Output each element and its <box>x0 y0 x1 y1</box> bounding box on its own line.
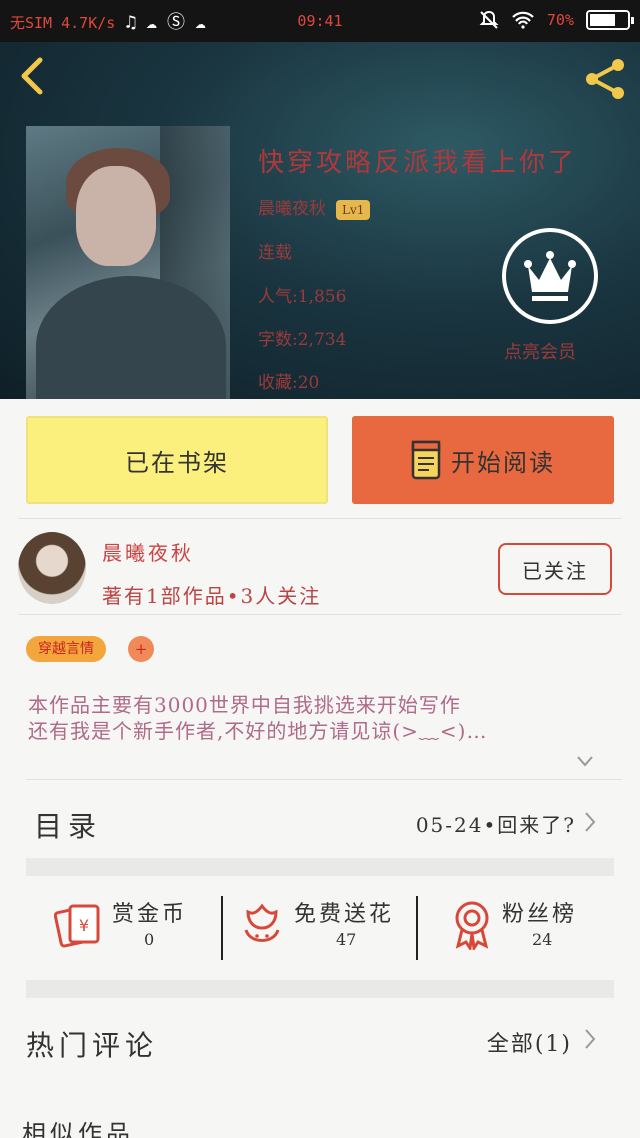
in-bookshelf-button[interactable]: 已在书架 <box>26 416 328 504</box>
book-header: 快穿攻略反派我看上你了 晨曦夜秋 Lv1 连载 人气:1,856 字数:2,734… <box>0 42 640 399</box>
battery-icon <box>586 10 634 30</box>
chevron-down-icon[interactable] <box>576 754 594 768</box>
start-reading-button[interactable]: 开始阅读 <box>352 416 614 504</box>
book-author[interactable]: 晨曦夜秋 <box>258 199 326 219</box>
fan-ranking-value: 24 <box>532 930 553 949</box>
book-status: 连载 <box>258 243 292 263</box>
reward-coins-label: 赏金币 <box>112 902 188 927</box>
description-line: 本作品主要有3000世界中自我挑选来开始写作 <box>28 693 461 717</box>
stat-divider <box>416 896 418 960</box>
share-icon[interactable] <box>580 54 630 104</box>
svg-text:¥: ¥ <box>79 916 89 935</box>
crown-icon <box>524 251 576 301</box>
level-badge: Lv1 <box>336 199 371 220</box>
book-favorites: 收藏:20 <box>258 373 320 393</box>
vip-crown-button[interactable] <box>502 228 598 324</box>
author-name[interactable]: 晨曦夜秋 <box>102 537 194 566</box>
book-title: 快穿攻略反派我看上你了 <box>258 148 578 178</box>
divider <box>18 518 622 519</box>
book-cover-image[interactable] <box>26 126 230 399</box>
free-flower-stat[interactable]: 免费送花 47 <box>240 892 410 962</box>
book-word-count: 字数:2,734 <box>258 330 347 350</box>
book-description[interactable]: 本作品主要有3000世界中自我挑选来开始写作 还有我是个新手作者,不好的地方请见… <box>28 692 588 744</box>
battery-percent: 70% <box>546 11 574 29</box>
status-bar: 无SIM 4.7K/s ♫ ☁ Ⓢ ☁ 09:41 70% <box>0 0 640 42</box>
start-reading-label: 开始阅读 <box>451 448 555 477</box>
divider <box>18 614 622 615</box>
add-tag-button[interactable]: + <box>128 636 154 662</box>
red-envelope-icon: ¥ <box>54 904 100 948</box>
fan-ranking-label: 粉丝榜 <box>502 902 578 927</box>
flower-icon <box>244 903 280 942</box>
latest-chapter[interactable]: 05-24•回来了? <box>416 809 576 838</box>
battery-fill <box>590 14 616 26</box>
chevron-right-icon[interactable] <box>584 811 596 833</box>
divider <box>26 779 622 780</box>
book-author-line: 晨曦夜秋 Lv1 <box>258 194 371 220</box>
section-separator <box>26 858 614 876</box>
description-line: 还有我是个新手作者,不好的地方请见谅(>﹏<)… <box>28 719 488 743</box>
genre-tag[interactable]: 穿越言情 <box>26 636 106 662</box>
wifi-icon <box>512 11 534 29</box>
vip-label[interactable]: 点亮会员 <box>504 338 576 364</box>
stat-divider <box>221 896 223 960</box>
mute-bell-icon <box>479 10 499 29</box>
fan-ranking-stat[interactable]: 粉丝榜 24 <box>450 892 600 962</box>
all-comments-link[interactable]: 全部(1) <box>487 1026 572 1058</box>
book-popularity: 人气:1,856 <box>258 287 347 307</box>
reward-coins-stat[interactable]: ¥ 赏金币 0 <box>54 892 204 962</box>
author-avatar[interactable] <box>18 532 86 604</box>
free-flower-label: 免费送花 <box>294 902 395 927</box>
chevron-right-icon[interactable] <box>584 1028 596 1050</box>
free-flower-value: 47 <box>336 930 357 949</box>
ribbon-medal-icon <box>455 901 489 950</box>
similar-works-title: 相似作品 <box>22 1120 134 1138</box>
catalog-title[interactable]: 目录 <box>34 805 102 845</box>
follow-button[interactable]: 已关注 <box>498 543 612 595</box>
reward-coins-value: 0 <box>144 930 155 949</box>
section-separator <box>26 980 614 998</box>
book-icon <box>411 440 441 480</box>
back-icon[interactable] <box>14 56 54 96</box>
author-meta: 著有1部作品•3人关注 <box>102 584 322 608</box>
hot-comments-title: 热门评论 <box>26 1029 159 1062</box>
